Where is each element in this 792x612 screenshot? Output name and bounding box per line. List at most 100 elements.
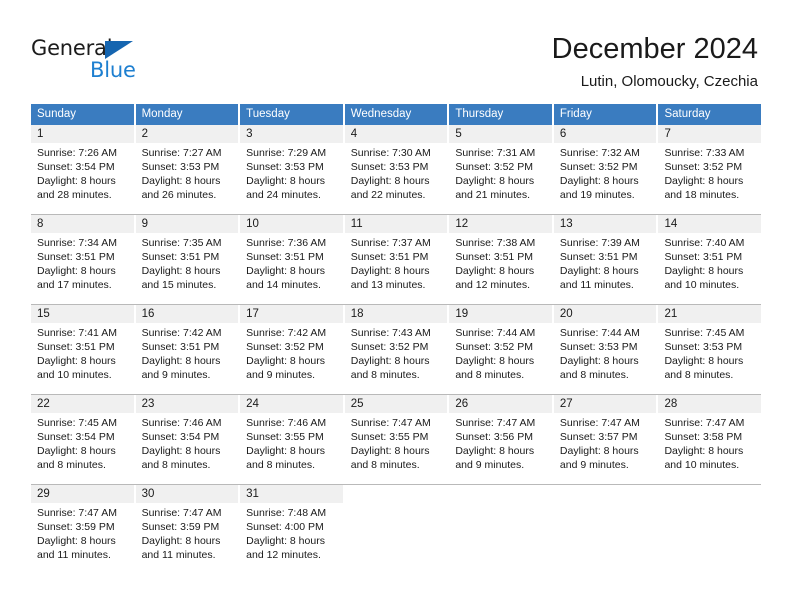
day-number: 19 <box>449 305 552 323</box>
day-cell[interactable]: 9 Sunrise: 7:35 AM Sunset: 3:51 PM Dayli… <box>135 215 239 304</box>
daylight-text-line1: Daylight: 8 hours <box>455 175 535 187</box>
day-cell[interactable]: 5 Sunrise: 7:31 AM Sunset: 3:52 PM Dayli… <box>449 125 552 214</box>
daylight-text-line1: Daylight: 8 hours <box>37 445 116 457</box>
day-cell[interactable]: 10 Sunrise: 7:36 AM Sunset: 3:51 PM Dayl… <box>240 215 343 304</box>
day-cell[interactable]: 22 Sunrise: 7:45 AM Sunset: 3:54 PM Dayl… <box>31 395 134 484</box>
sunrise-text: Sunrise: 7:42 AM <box>246 327 327 339</box>
day-cell[interactable]: 14 Sunrise: 7:40 AM Sunset: 3:51 PM Dayl… <box>658 215 762 304</box>
sunset-text: Sunset: 4:00 PM <box>246 521 324 533</box>
day-cell[interactable]: 15 Sunrise: 7:41 AM Sunset: 3:51 PM Dayl… <box>31 305 134 394</box>
day-number: 24 <box>240 395 343 413</box>
day-number: 10 <box>240 215 343 233</box>
day-cell[interactable]: 25 Sunrise: 7:47 AM Sunset: 3:55 PM Dayl… <box>344 395 448 484</box>
day-details: Sunrise: 7:48 AM Sunset: 4:00 PM Dayligh… <box>240 503 343 562</box>
day-cell[interactable]: 16 Sunrise: 7:42 AM Sunset: 3:51 PM Dayl… <box>135 305 239 394</box>
day-details: Sunrise: 7:40 AM Sunset: 3:51 PM Dayligh… <box>658 233 761 292</box>
sunrise-text: Sunrise: 7:30 AM <box>350 147 431 159</box>
day-details: Sunrise: 7:47 AM Sunset: 3:59 PM Dayligh… <box>31 503 134 562</box>
sunset-text: Sunset: 3:51 PM <box>350 251 429 263</box>
sunset-text: Sunset: 3:51 PM <box>37 341 115 353</box>
daylight-text-line1: Daylight: 8 hours <box>559 355 639 367</box>
day-cell[interactable]: 29 Sunrise: 7:47 AM Sunset: 3:59 PM Dayl… <box>31 485 134 574</box>
day-number: 27 <box>553 395 657 413</box>
sunrise-text: Sunrise: 7:47 AM <box>350 417 431 429</box>
daylight-text-line1: Daylight: 8 hours <box>141 535 221 547</box>
day-details: Sunrise: 7:45 AM Sunset: 3:54 PM Dayligh… <box>31 413 134 472</box>
day-cell[interactable]: 24 Sunrise: 7:46 AM Sunset: 3:55 PM Dayl… <box>240 395 343 484</box>
daylight-text-line1: Daylight: 8 hours <box>246 355 325 367</box>
day-details: Sunrise: 7:34 AM Sunset: 3:51 PM Dayligh… <box>31 233 134 292</box>
calendar-grid: Sunday Monday Tuesday Wednesday Thursday… <box>31 104 762 574</box>
day-cell[interactable]: 21 Sunrise: 7:45 AM Sunset: 3:53 PM Dayl… <box>658 305 762 394</box>
day-number: 17 <box>240 305 343 323</box>
title-block: December 2024 Lutin, Olomoucky, Czechia <box>552 32 758 91</box>
day-number: 31 <box>240 485 343 503</box>
daylight-text-line1: Daylight: 8 hours <box>141 175 221 187</box>
day-cell[interactable]: 17 Sunrise: 7:42 AM Sunset: 3:52 PM Dayl… <box>240 305 343 394</box>
logo-text-general: General <box>31 36 113 60</box>
day-cell[interactable]: 1 Sunrise: 7:26 AM Sunset: 3:54 PM Dayli… <box>31 125 134 214</box>
day-cell[interactable]: 11 Sunrise: 7:37 AM Sunset: 3:51 PM Dayl… <box>344 215 448 304</box>
day-cell[interactable]: 26 Sunrise: 7:47 AM Sunset: 3:56 PM Dayl… <box>449 395 552 484</box>
day-details: Sunrise: 7:37 AM Sunset: 3:51 PM Dayligh… <box>345 233 448 292</box>
week-row: 29 Sunrise: 7:47 AM Sunset: 3:59 PM Dayl… <box>31 484 761 574</box>
day-cell[interactable]: 28 Sunrise: 7:47 AM Sunset: 3:58 PM Dayl… <box>658 395 762 484</box>
sunset-text: Sunset: 3:53 PM <box>559 341 638 353</box>
logo-triangle-icon <box>105 41 133 59</box>
day-details: Sunrise: 7:47 AM Sunset: 3:57 PM Dayligh… <box>554 413 657 472</box>
daylight-text-line1: Daylight: 8 hours <box>141 265 221 277</box>
day-cell[interactable]: 31 Sunrise: 7:48 AM Sunset: 4:00 PM Dayl… <box>240 485 343 574</box>
day-cell[interactable]: 30 Sunrise: 7:47 AM Sunset: 3:59 PM Dayl… <box>135 485 239 574</box>
day-cell[interactable]: 23 Sunrise: 7:46 AM Sunset: 3:54 PM Dayl… <box>135 395 239 484</box>
sunset-text: Sunset: 3:53 PM <box>246 161 324 173</box>
general-blue-logo[interactable]: General Blue <box>31 36 231 92</box>
daylight-text-line1: Daylight: 8 hours <box>246 175 325 187</box>
day-cell[interactable]: 8 Sunrise: 7:34 AM Sunset: 3:51 PM Dayli… <box>31 215 134 304</box>
day-cell[interactable]: 4 Sunrise: 7:30 AM Sunset: 3:53 PM Dayli… <box>344 125 448 214</box>
day-number: 30 <box>135 485 239 503</box>
sunset-text: Sunset: 3:54 PM <box>37 431 115 443</box>
day-cell[interactable]: 19 Sunrise: 7:44 AM Sunset: 3:52 PM Dayl… <box>449 305 552 394</box>
day-cell[interactable]: 7 Sunrise: 7:33 AM Sunset: 3:52 PM Dayli… <box>658 125 762 214</box>
daylight-text-line1: Daylight: 8 hours <box>664 175 744 187</box>
day-details: Sunrise: 7:33 AM Sunset: 3:52 PM Dayligh… <box>658 143 761 202</box>
weekday-header-thursday: Thursday <box>449 104 552 125</box>
daylight-text-line2: and 28 minutes. <box>37 189 112 201</box>
day-cell[interactable]: 18 Sunrise: 7:43 AM Sunset: 3:52 PM Dayl… <box>344 305 448 394</box>
sunrise-text: Sunrise: 7:33 AM <box>664 147 745 159</box>
daylight-text-line2: and 9 minutes. <box>559 459 629 471</box>
sunset-text: Sunset: 3:52 PM <box>664 161 743 173</box>
sunset-text: Sunset: 3:54 PM <box>141 431 220 443</box>
daylight-text-line2: and 24 minutes. <box>246 189 321 201</box>
daylight-text-line2: and 8 minutes. <box>664 369 734 381</box>
daylight-text-line1: Daylight: 8 hours <box>664 265 744 277</box>
sunset-text: Sunset: 3:57 PM <box>559 431 638 443</box>
day-cell[interactable]: 6 Sunrise: 7:32 AM Sunset: 3:52 PM Dayli… <box>553 125 657 214</box>
day-number: 13 <box>553 215 657 233</box>
day-cell[interactable]: 20 Sunrise: 7:44 AM Sunset: 3:53 PM Dayl… <box>553 305 657 394</box>
sunrise-text: Sunrise: 7:44 AM <box>559 327 640 339</box>
day-details: Sunrise: 7:45 AM Sunset: 3:53 PM Dayligh… <box>658 323 761 382</box>
sunrise-text: Sunrise: 7:35 AM <box>141 237 222 249</box>
day-cell[interactable]: 3 Sunrise: 7:29 AM Sunset: 3:53 PM Dayli… <box>240 125 343 214</box>
sunset-text: Sunset: 3:56 PM <box>455 431 533 443</box>
daylight-text-line1: Daylight: 8 hours <box>455 355 535 367</box>
daylight-text-line1: Daylight: 8 hours <box>350 355 430 367</box>
day-details: Sunrise: 7:39 AM Sunset: 3:51 PM Dayligh… <box>554 233 657 292</box>
sunrise-text: Sunrise: 7:27 AM <box>141 147 222 159</box>
daylight-text-line2: and 17 minutes. <box>37 279 112 291</box>
day-cell[interactable]: 2 Sunrise: 7:27 AM Sunset: 3:53 PM Dayli… <box>135 125 239 214</box>
daylight-text-line2: and 15 minutes. <box>141 279 217 291</box>
daylight-text-line2: and 8 minutes. <box>246 459 316 471</box>
daylight-text-line2: and 12 minutes. <box>455 279 531 291</box>
sunset-text: Sunset: 3:52 PM <box>246 341 324 353</box>
day-cell[interactable]: 27 Sunrise: 7:47 AM Sunset: 3:57 PM Dayl… <box>553 395 657 484</box>
day-cell[interactable]: 12 Sunrise: 7:38 AM Sunset: 3:51 PM Dayl… <box>449 215 552 304</box>
day-details: Sunrise: 7:38 AM Sunset: 3:51 PM Dayligh… <box>449 233 552 292</box>
daylight-text-line1: Daylight: 8 hours <box>141 355 221 367</box>
sunset-text: Sunset: 3:58 PM <box>664 431 743 443</box>
day-details: Sunrise: 7:29 AM Sunset: 3:53 PM Dayligh… <box>240 143 343 202</box>
day-number: 28 <box>658 395 762 413</box>
day-number: 21 <box>658 305 762 323</box>
day-cell[interactable]: 13 Sunrise: 7:39 AM Sunset: 3:51 PM Dayl… <box>553 215 657 304</box>
